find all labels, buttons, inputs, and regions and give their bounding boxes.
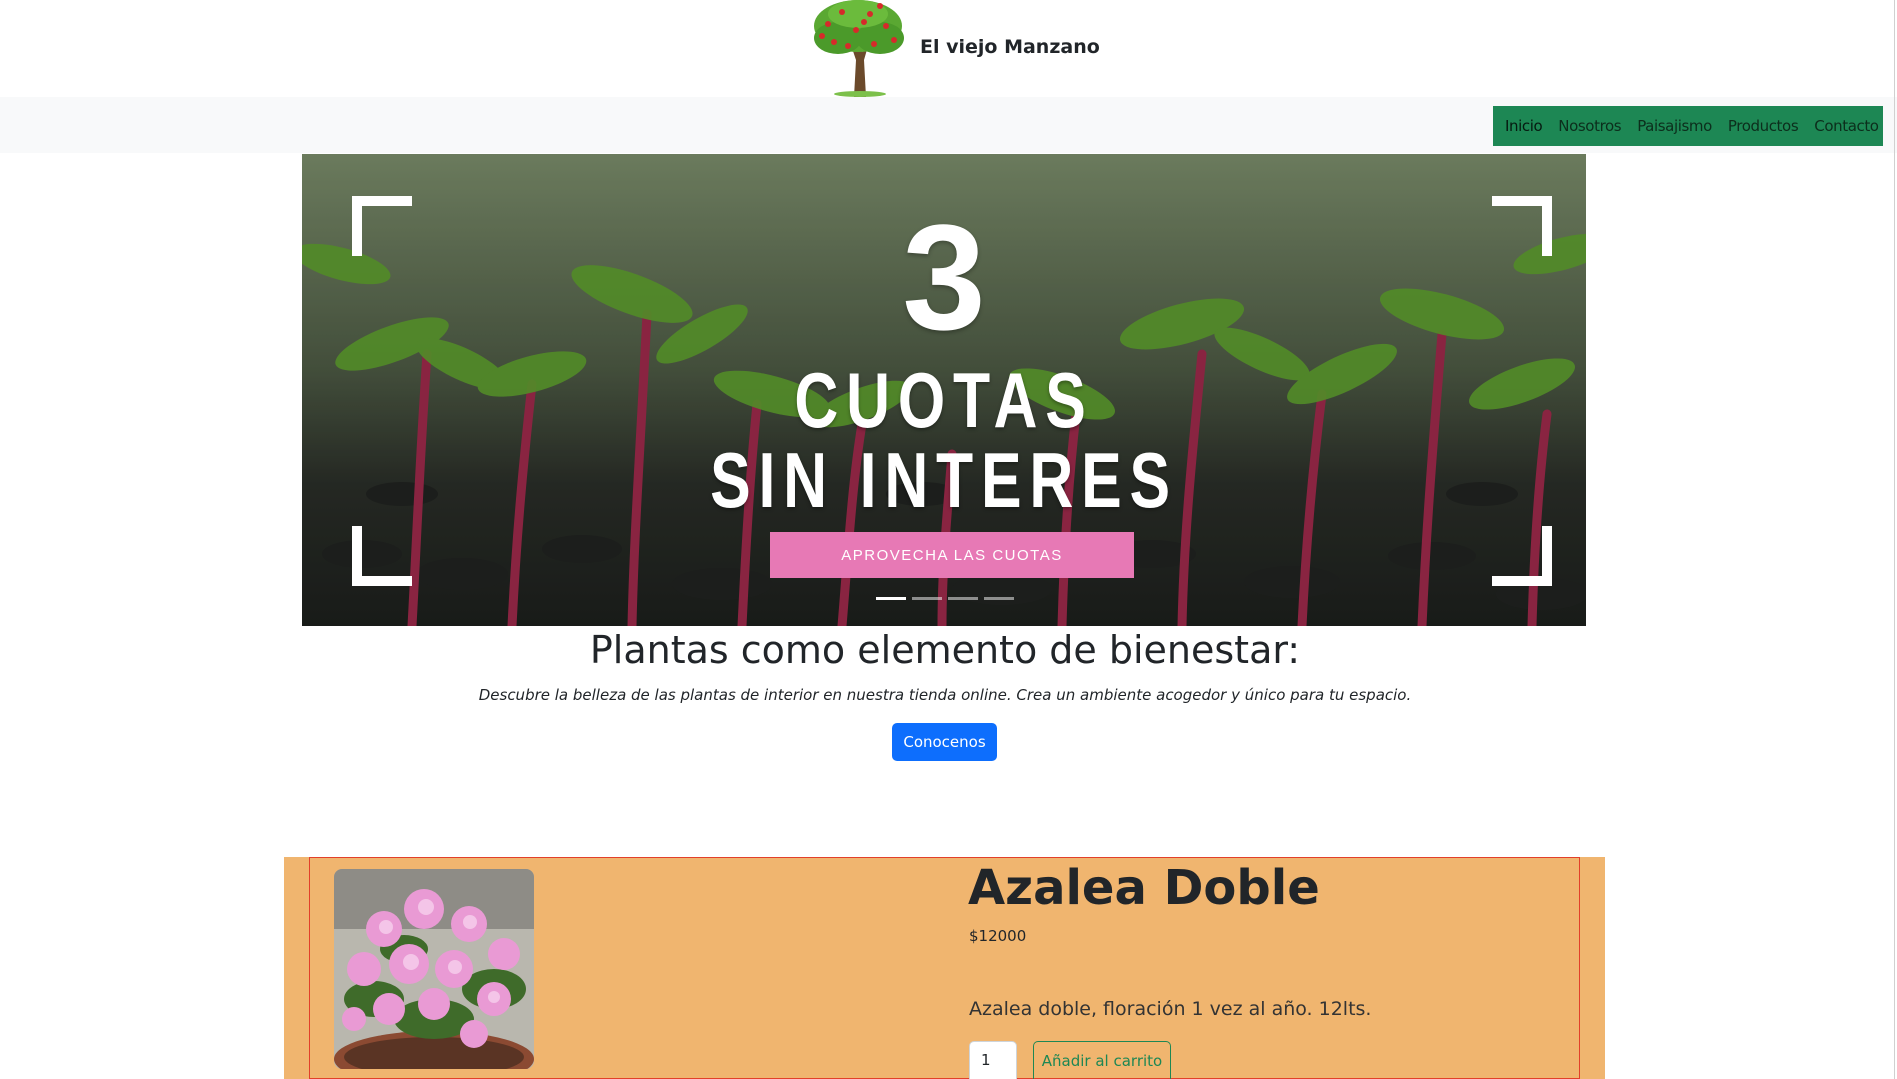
navbar: Inicio Nosotros Paisajismo Productos Con… [0,97,1897,153]
carousel-indicators [876,597,1014,600]
nav-item-nosotros[interactable]: Nosotros [1550,117,1629,135]
frame-corner-bottom-right [1492,526,1552,586]
product-description: Azalea doble, floración 1 vez al año. 12… [969,998,1372,1020]
hero-title: Plantas como elemento de bienestar: [589,628,1301,672]
nav-menu: Inicio Nosotros Paisajismo Productos Con… [1493,106,1883,146]
hero-subtitle: Descubre la belleza de las plantas de in… [478,686,1412,704]
nav-item-contacto[interactable]: Contacto [1806,117,1886,135]
frame-corner-bottom-left [352,526,412,586]
quantity-input[interactable]: 1 [969,1041,1017,1079]
azalea-photo [334,869,534,1069]
conocenos-button[interactable]: Conocenos [892,723,997,761]
product-name: Azalea Doble [968,860,1320,916]
site-brand[interactable]: El viejo Manzano [920,36,1100,58]
promo-button[interactable]: APROVECHA LAS CUOTAS [770,532,1134,578]
carousel-indicator-3[interactable] [948,597,978,600]
promo-line-1: CUOTAS [794,356,1094,444]
product-price: $12000 [969,927,1027,945]
carousel-indicator-1[interactable] [876,597,906,600]
hero-carousel[interactable]: 3 CUOTAS SIN INTERES APROVECHA LAS CUOTA… [302,154,1586,626]
page-scrollbar-edge [1894,0,1895,1079]
carousel-indicator-2[interactable] [912,597,942,600]
nav-item-paisajismo[interactable]: Paisajismo [1629,117,1720,135]
apple-tree-logo-icon[interactable] [808,0,910,97]
promo-line-2: SIN INTERES [710,436,1178,524]
nav-item-inicio[interactable]: Inicio [1497,117,1550,135]
carousel-indicator-4[interactable] [984,597,1014,600]
add-to-cart-button[interactable]: Añadir al carrito [1033,1041,1171,1079]
nav-item-productos[interactable]: Productos [1720,117,1806,135]
promo-number: 3 [902,193,986,361]
